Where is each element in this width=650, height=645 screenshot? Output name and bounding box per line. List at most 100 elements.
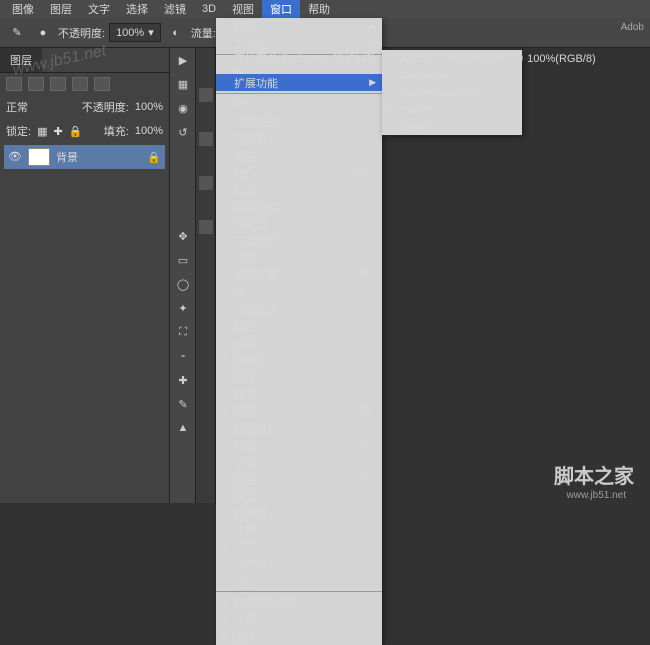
history-icon[interactable]: ↺ — [170, 120, 196, 144]
menu-item[interactable]: 库 — [216, 283, 382, 300]
menu-item[interactable]: 直方图 — [216, 504, 382, 521]
brush-icon[interactable]: ◉ — [170, 96, 196, 120]
submenu-item[interactable]: Zeplin — [382, 118, 522, 135]
fill-value[interactable]: 100% — [135, 125, 163, 137]
lock-label: 锁定: — [6, 123, 31, 139]
menu-item[interactable]: 段落样式 — [216, 198, 382, 215]
pressure-opacity-icon[interactable]: ◐ — [165, 22, 187, 44]
filter-smart-icon[interactable] — [94, 77, 110, 91]
filter-adjust-icon[interactable] — [28, 77, 44, 91]
heal-tool-icon[interactable]: ✚ — [170, 368, 196, 392]
opacity-label: 不透明度: — [58, 25, 105, 41]
menu-item[interactable]: ✓图层F7 — [216, 402, 382, 419]
menu-item[interactable]: ✓属性 — [216, 368, 382, 385]
flow-label: 流量: — [191, 25, 216, 41]
blend-mode[interactable]: 正常 — [6, 99, 28, 115]
menu-item[interactable]: 仿制源 — [216, 215, 382, 232]
watermark-brand: 脚本之家 — [554, 460, 634, 489]
panel-icon[interactable] — [199, 220, 213, 234]
watermark-url2: www.jb51.net — [567, 490, 626, 501]
menu-窗口[interactable]: 窗口 — [262, 0, 300, 19]
play-icon[interactable]: ▶ — [170, 48, 196, 72]
menu-item[interactable]: 3D — [216, 96, 382, 113]
window-menu: 排列▶工作区▶查找有关 Exchange 的扩展功能...扩展功能▶3D测量记录… — [216, 18, 382, 645]
menu-item[interactable]: 画笔 — [216, 249, 382, 266]
menu-item[interactable]: 导航器 — [216, 130, 382, 147]
visibility-eye-icon[interactable]: 👁 — [8, 150, 22, 164]
menu-item[interactable]: 路径 — [216, 317, 382, 334]
menu-帮助[interactable]: 帮助 — [300, 0, 338, 19]
menu-item[interactable]: 样式 — [216, 487, 382, 504]
panel-icon[interactable] — [199, 176, 213, 190]
filter-pixel-icon[interactable] — [6, 77, 22, 91]
menu-item[interactable]: 图层复合 — [216, 419, 382, 436]
menu-item[interactable]: 历史记录 — [216, 300, 382, 317]
menu-选择[interactable]: 选择 — [118, 0, 156, 19]
menu-item[interactable]: 测量记录 — [216, 113, 382, 130]
panel-icon[interactable] — [199, 132, 213, 146]
menu-3D[interactable]: 3D — [194, 1, 224, 17]
menu-滤镜[interactable]: 滤镜 — [156, 0, 194, 19]
menubar: 图像图层文字选择滤镜3D视图窗口帮助 — [0, 0, 650, 18]
menu-item[interactable]: 扩展功能▶ — [216, 74, 382, 91]
menu-图层[interactable]: 图层 — [42, 0, 80, 19]
lock-pixels-icon[interactable]: ▦ — [37, 125, 47, 138]
submenu-item[interactable]: Cutterman — [382, 67, 522, 84]
menu-文字[interactable]: 文字 — [80, 0, 118, 19]
menu-item[interactable]: ✓时间轴 — [216, 351, 382, 368]
menu-item[interactable]: 学习 — [216, 453, 382, 470]
filter-shape-icon[interactable] — [72, 77, 88, 91]
grid-icon[interactable]: ▦ — [170, 72, 196, 96]
menu-item[interactable]: 色板 — [216, 334, 382, 351]
menu-item[interactable]: ✓字符 — [216, 538, 382, 555]
panel-opacity-label: 不透明度: — [82, 99, 129, 115]
menu-图像[interactable]: 图像 — [4, 0, 42, 19]
opacity-value[interactable]: 100%▾ — [109, 23, 161, 42]
menu-item[interactable]: ✓应用程序框架 — [216, 594, 382, 611]
menu-item[interactable]: 动作⌥F9 — [216, 164, 382, 181]
menu-item[interactable]: 信息F8 — [216, 436, 382, 453]
menu-item[interactable]: 注释 — [216, 521, 382, 538]
brush-preset-icon[interactable]: ● — [32, 22, 54, 44]
wand-tool-icon[interactable]: ✦ — [170, 296, 196, 320]
menu-item[interactable]: 字符样式 — [216, 555, 382, 572]
layer-thumbnail[interactable] — [28, 148, 50, 166]
marquee-tool-icon[interactable]: ▭ — [170, 248, 196, 272]
eyedropper-tool-icon[interactable]: ⁃ — [170, 344, 196, 368]
menu-item[interactable]: 查找有关 Exchange 的扩展功能... — [216, 57, 382, 74]
panel-icon[interactable] — [199, 88, 213, 102]
lasso-tool-icon[interactable]: ◯ — [170, 272, 196, 296]
filter-type-icon[interactable] — [50, 77, 66, 91]
lock-position-icon[interactable]: ✚ — [53, 125, 62, 138]
chevron-right-icon: ▶ — [369, 38, 376, 49]
panel-tab-layers[interactable]: 图层 — [0, 48, 42, 72]
stamp-tool-icon[interactable]: ▲ — [170, 416, 196, 440]
menu-item[interactable]: 调整 — [216, 147, 382, 164]
fill-label: 填充: — [104, 123, 129, 139]
move-tool-icon[interactable]: ✥ — [170, 224, 196, 248]
submenu-item[interactable]: ✓Parker — [382, 101, 522, 118]
layer-name: 背景 — [56, 149, 78, 165]
submenu-item[interactable]: GuideGuide Trial — [382, 84, 522, 101]
lock-icon: 🔒 — [147, 151, 161, 164]
layer-row[interactable]: 👁 背景 🔒 — [4, 145, 165, 169]
menu-item[interactable]: 通道 — [216, 385, 382, 402]
menu-item[interactable]: ✓选项 — [216, 611, 382, 628]
lock-all-icon[interactable]: 🔒 — [69, 125, 83, 138]
menu-item[interactable]: 段落 — [216, 181, 382, 198]
submenu-item[interactable]: Adobe Color Themes — [382, 50, 522, 67]
menu-视图[interactable]: 视图 — [224, 0, 262, 19]
menu-item[interactable]: 字形 — [216, 572, 382, 589]
menu-item[interactable]: ✓工具 — [216, 628, 382, 645]
menu-item[interactable]: 画笔设置F5 — [216, 266, 382, 283]
menu-item[interactable]: 颜色F6 — [216, 470, 382, 487]
menu-item[interactable]: 工具预设 — [216, 232, 382, 249]
menu-item[interactable]: 排列▶ — [216, 18, 382, 35]
brush-tool2-icon[interactable]: ✎ — [170, 392, 196, 416]
chevron-right-icon: ▶ — [369, 21, 376, 32]
brush-tool-icon[interactable]: ✎ — [6, 22, 28, 44]
crop-tool-icon[interactable]: ⛶ — [170, 320, 196, 344]
layers-panel: 图层 正常 不透明度: 100% 锁定: ▦ ✚ 🔒 填充: 100% 👁 背景… — [0, 48, 170, 503]
panel-opacity-value[interactable]: 100% — [135, 101, 163, 113]
collapsed-panels — [196, 48, 216, 503]
